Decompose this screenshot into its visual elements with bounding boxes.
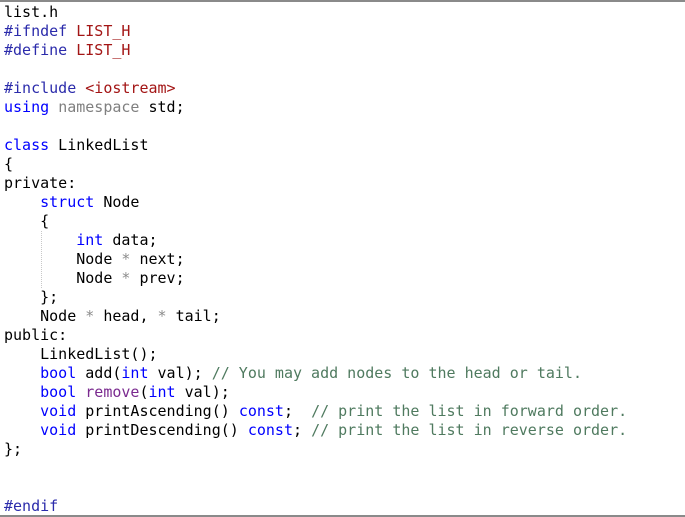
keyword-token: int bbox=[148, 383, 176, 401]
code-line: class LinkedList bbox=[4, 136, 627, 155]
code-token: data; bbox=[103, 231, 158, 249]
keyword-token: struct bbox=[40, 193, 95, 211]
code-line: #include <iostream> bbox=[4, 79, 627, 98]
code-token: private: bbox=[4, 174, 77, 192]
code-token: std; bbox=[139, 98, 185, 116]
comment-token: // print the list in reverse order. bbox=[311, 421, 628, 439]
preprocessor-token: #endif bbox=[4, 497, 59, 515]
code-line: Node * head, * tail; bbox=[4, 307, 627, 326]
code-token: tail; bbox=[166, 307, 221, 325]
keyword-token: using bbox=[4, 98, 50, 116]
code-token: ; bbox=[293, 421, 312, 439]
code-editor[interactable]: list.h #ifndef LIST_H #define LIST_H #incl… bbox=[0, 0, 685, 517]
code-token: }; bbox=[4, 288, 59, 306]
code-line: using namespace std; bbox=[4, 98, 627, 117]
keyword-token: bool bbox=[40, 364, 77, 382]
code-token: next; bbox=[130, 250, 185, 268]
code-token: printDescending() bbox=[76, 421, 248, 439]
code-line: }; bbox=[4, 288, 627, 307]
code-line: void printDescending() const; // print t… bbox=[4, 421, 627, 440]
code-token: prev; bbox=[130, 269, 185, 287]
code-line: LinkedList(); bbox=[4, 345, 627, 364]
keyword-token: int bbox=[76, 231, 104, 249]
code-line: list.h bbox=[4, 3, 627, 22]
code-line: public: bbox=[4, 326, 627, 345]
code-line: #endif bbox=[4, 497, 627, 516]
code-line: }; bbox=[4, 440, 627, 459]
code-token: LinkedList bbox=[49, 136, 149, 154]
code-token: Node bbox=[94, 193, 140, 211]
code-token: }; bbox=[4, 440, 23, 458]
function-name-token: remove bbox=[85, 383, 140, 401]
keyword-token: bool bbox=[40, 383, 77, 401]
code-token: ( bbox=[139, 383, 149, 401]
macro-token: LIST_H bbox=[76, 41, 131, 59]
preprocessor-token: #include bbox=[4, 79, 77, 97]
code-line: bool remove(int val); bbox=[4, 383, 627, 402]
code-token: LinkedList(); bbox=[4, 345, 158, 363]
code-token: { bbox=[4, 155, 14, 173]
code-token: ; bbox=[283, 402, 312, 420]
keyword-token: class bbox=[4, 136, 50, 154]
keyword-token: const bbox=[238, 402, 284, 420]
keyword-token: const bbox=[247, 421, 293, 439]
code-line: #ifndef LIST_H bbox=[4, 22, 627, 41]
code-token: head, bbox=[94, 307, 158, 325]
code-line: Node * prev; bbox=[4, 269, 627, 288]
code-token: add( bbox=[76, 364, 122, 382]
preprocessor-token: #define bbox=[4, 41, 68, 59]
comment-token: // print the list in forward order. bbox=[311, 402, 628, 420]
code-token: list.h bbox=[4, 3, 59, 21]
code-line: void printAscending() const; // print th… bbox=[4, 402, 627, 421]
code-token: Node bbox=[4, 250, 122, 268]
namespace-token: namespace bbox=[58, 98, 140, 116]
pointer-operator-token: * bbox=[85, 307, 95, 325]
code-token: Node bbox=[4, 307, 86, 325]
keyword-token: void bbox=[40, 402, 77, 420]
comment-token: // You may add nodes to the head or tail… bbox=[211, 364, 582, 382]
code-token: val); bbox=[175, 383, 230, 401]
preprocessor-token: #ifndef bbox=[4, 22, 68, 40]
code-token: { bbox=[4, 212, 50, 230]
include-path-token: <iostream> bbox=[85, 79, 176, 97]
code-line: int data; bbox=[4, 231, 627, 250]
code-line: struct Node bbox=[4, 193, 627, 212]
code-token: printAscending() bbox=[76, 402, 239, 420]
code-line: { bbox=[4, 212, 627, 231]
code-line: private: bbox=[4, 174, 627, 193]
code-line: { bbox=[4, 155, 627, 174]
macro-token: LIST_H bbox=[76, 22, 131, 40]
code-line: #define LIST_H bbox=[4, 41, 627, 60]
keyword-token: int bbox=[121, 364, 149, 382]
code-line: bool add(int val); // You may add nodes … bbox=[4, 364, 627, 383]
code-token: public: bbox=[4, 326, 68, 344]
keyword-token: void bbox=[40, 421, 77, 439]
code-text-area[interactable]: list.h #ifndef LIST_H #define LIST_H #incl… bbox=[4, 3, 627, 516]
pointer-operator-token: * bbox=[157, 307, 167, 325]
code-token: Node bbox=[4, 269, 122, 287]
code-token: val); bbox=[148, 364, 212, 382]
code-line: Node * next; bbox=[4, 250, 627, 269]
